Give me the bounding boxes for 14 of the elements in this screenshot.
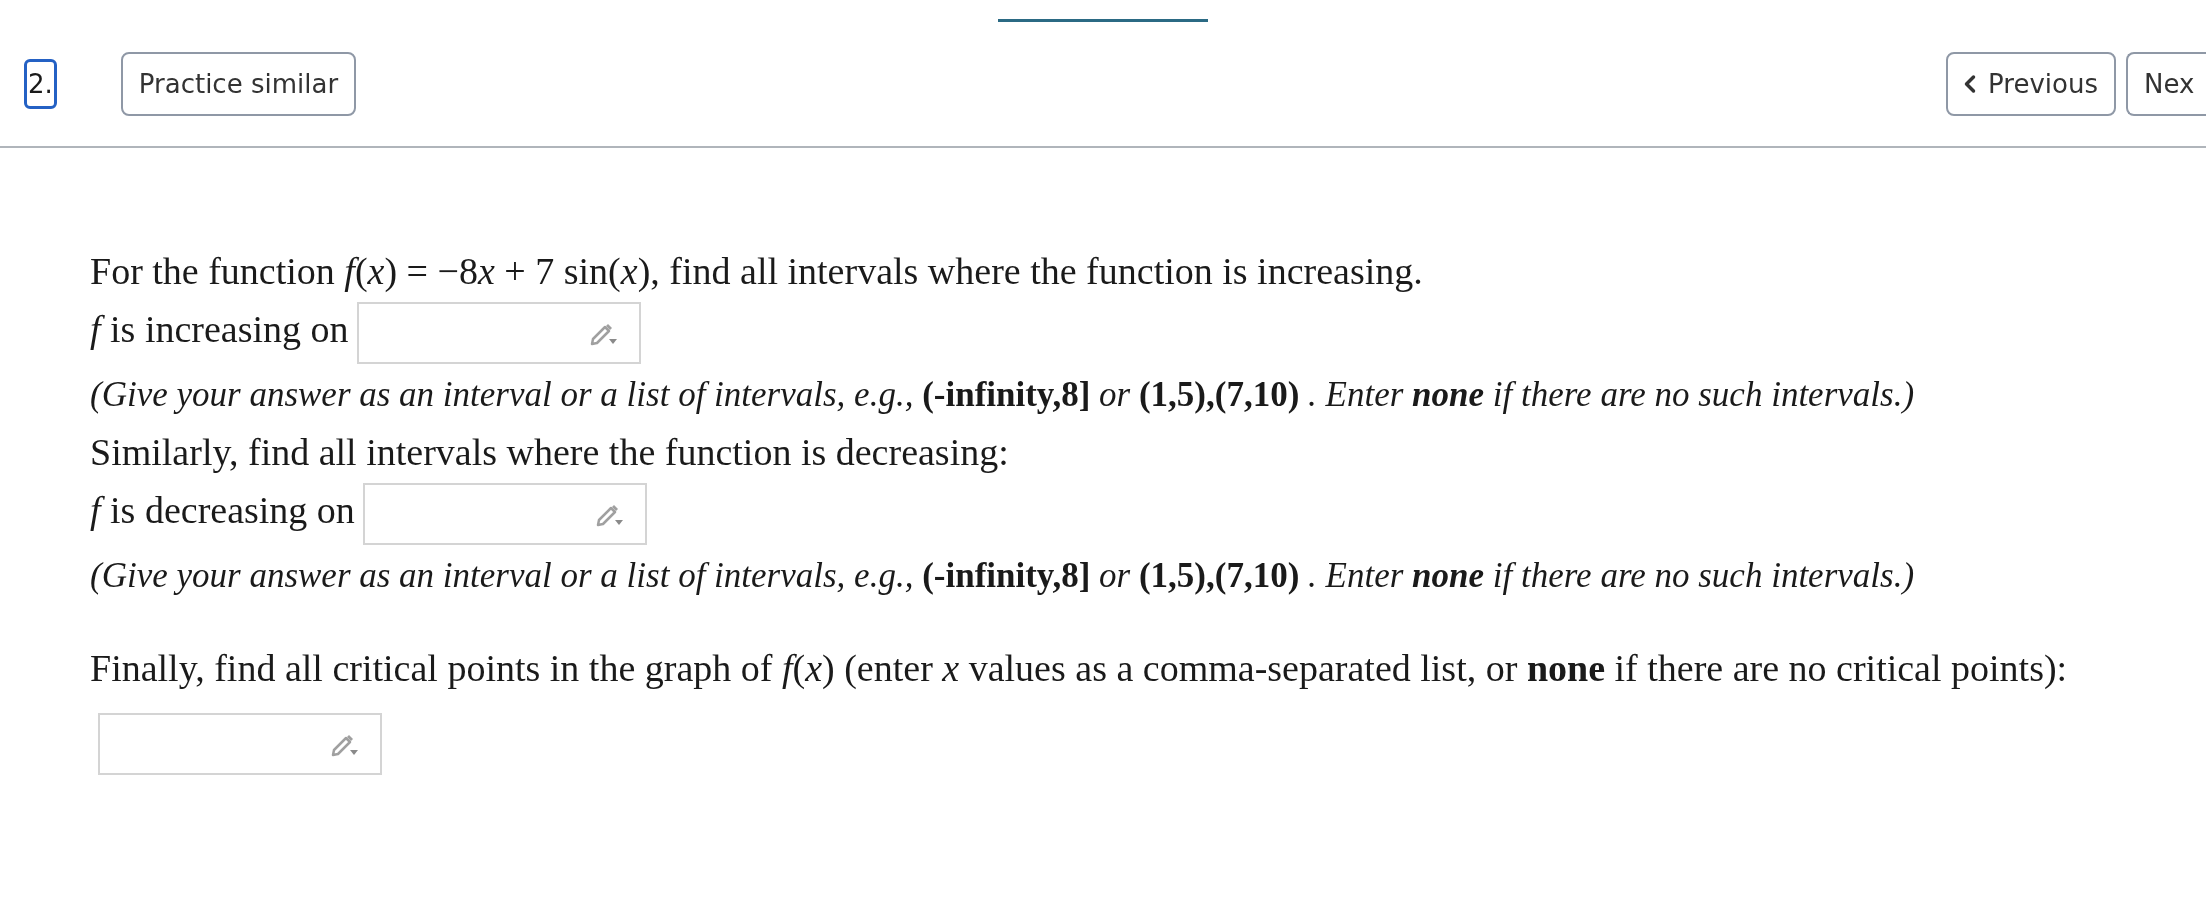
answer-field[interactable]: [362, 483, 647, 545]
problem-text: (Give your answer as an interval or a list of intervals, e.g., (-infinity,8] or (1,5),(7,10) . Enter none if there are no such intervals.): [90, 555, 1916, 597]
problem-text: (Give your answer as an interval or a list of intervals, e.g., (-infinity,8] or (1,5),(7,10) . Enter none if there are no such intervals.): [90, 374, 1916, 416]
question-label: Finally, find all critical points in the graph of f(x) (enter x values as a comma-separated list, or none if there are no critical points):: [90, 647, 2068, 689]
practice-similar-button[interactable]: Practice similar: [120, 52, 357, 116]
question-label: f is decreasing on: [90, 488, 355, 531]
question-label: f is increasing on: [90, 307, 349, 350]
problem-number[interactable]: 2.: [24, 59, 57, 109]
previous-button[interactable]: Previous: [1946, 52, 2116, 116]
problem-text: Similarly, find all intervals where the function is decreasing:: [90, 430, 1010, 475]
next-button[interactable]: Nex: [2126, 52, 2206, 116]
answer-field[interactable]: [98, 713, 382, 776]
problem-text: For the function f(x) = −8x + 7 sin(x), find all intervals where the function is increasing.: [90, 249, 1424, 294]
answer-field[interactable]: [356, 302, 641, 364]
